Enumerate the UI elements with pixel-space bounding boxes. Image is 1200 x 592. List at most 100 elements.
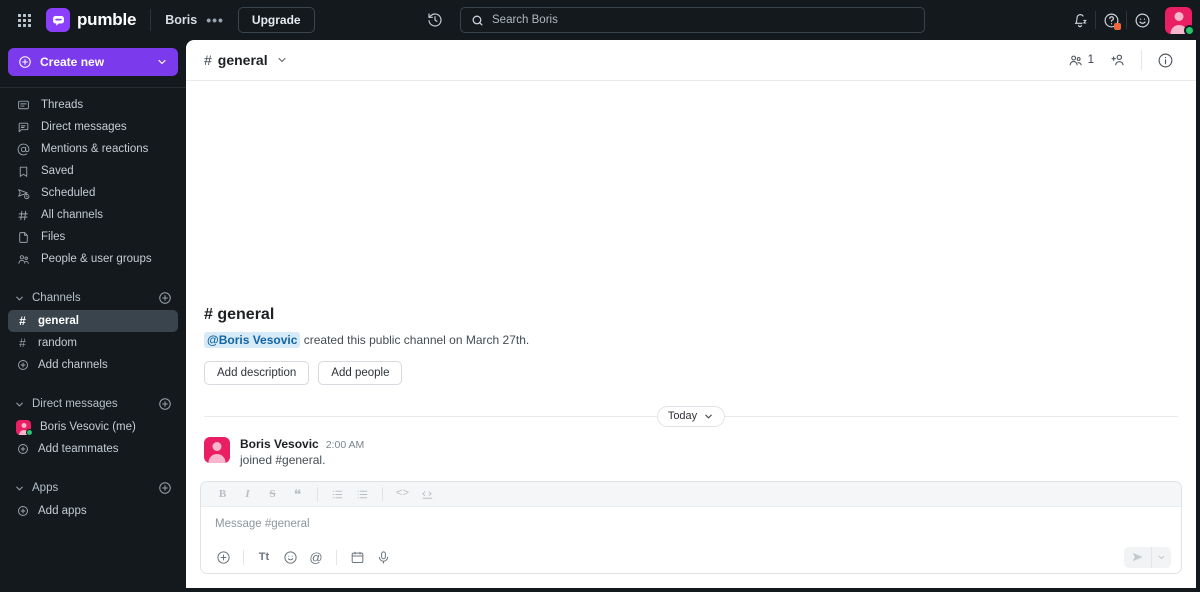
bookmark-icon — [16, 164, 31, 179]
add-person-button[interactable] — [1102, 47, 1134, 73]
members-button[interactable]: 1 — [1060, 47, 1102, 73]
emoji-button[interactable] — [278, 546, 302, 568]
message-body: Boris Vesovic 2:00 AM joined #general. — [240, 437, 364, 467]
sidebar-divider — [0, 87, 186, 88]
italic-button[interactable]: I — [236, 484, 259, 504]
add-people-button[interactable]: Add people — [318, 361, 403, 385]
topbar-divider — [150, 9, 152, 31]
schedule-button[interactable] — [345, 546, 369, 568]
bold-button[interactable]: B — [211, 484, 234, 504]
sidebar-dm-boris-vesovic[interactable]: Boris Vesovic (me) — [8, 416, 178, 438]
help-question-icon[interactable] — [1096, 5, 1126, 35]
smiley-status-icon[interactable] — [1127, 5, 1157, 35]
section-channels-header[interactable]: Channels — [0, 286, 186, 310]
sidebar-item-label: Direct messages — [41, 121, 127, 133]
avatar[interactable] — [1165, 6, 1195, 36]
composer-actions: Tt @ — [201, 541, 1181, 573]
section-dm-header[interactable]: Direct messages — [0, 392, 186, 416]
file-icon — [16, 230, 31, 245]
sidebar-item-label: Threads — [41, 99, 84, 111]
channel-title[interactable]: # general — [204, 52, 288, 68]
search-icon — [471, 14, 484, 27]
history-clock-icon[interactable] — [424, 9, 446, 31]
sidebar-channel-general[interactable]: # general — [8, 310, 178, 332]
chevron-down-icon — [703, 411, 714, 422]
section-channels-label: Channels — [32, 292, 81, 304]
code-block-button[interactable] — [416, 484, 439, 504]
sidebar-item-label: Scheduled — [41, 187, 96, 199]
main-panel: # general 1 # general @Boris Vesovic cre… — [186, 40, 1196, 588]
add-channel-icon[interactable] — [158, 291, 172, 305]
sidebar-item-mentions-reactions[interactable]: Mentions & reactions — [8, 138, 178, 160]
members-count: 1 — [1087, 54, 1094, 66]
direct-messages-icon — [16, 120, 31, 135]
attach-plus-button[interactable] — [211, 546, 235, 568]
sidebar-item-label: Saved — [41, 165, 74, 177]
workspace-name[interactable]: Boris — [165, 13, 197, 27]
top-bar: pumble Boris ••• Upgrade Search Boris — [0, 0, 1200, 40]
mention-button[interactable]: @ — [304, 546, 328, 568]
presence-online-dot — [1184, 24, 1195, 36]
avatar-head — [1174, 11, 1183, 21]
sidebar-item-scheduled[interactable]: Scheduled — [8, 182, 178, 204]
topbar-left: pumble Boris ••• Upgrade — [0, 6, 315, 34]
text-format-button[interactable]: Tt — [252, 546, 276, 568]
section-apps-header[interactable]: Apps — [0, 476, 186, 500]
toolbar-divider-2 — [382, 487, 383, 501]
inline-code-button[interactable]: <> — [391, 484, 414, 504]
composer-divider-2 — [336, 549, 337, 565]
topbar-right — [1065, 5, 1200, 36]
message-timestamp[interactable]: 2:00 AM — [326, 439, 365, 451]
sidebar-item-label: Mentions & reactions — [41, 143, 149, 155]
message-input-placeholder: Message #general — [215, 518, 310, 530]
message-input[interactable]: Message #general — [201, 507, 1181, 541]
add-description-button[interactable]: Add description — [204, 361, 310, 385]
voice-record-button[interactable] — [371, 546, 395, 568]
channel-intro-title: # general — [204, 306, 275, 323]
message-author[interactable]: Boris Vesovic — [240, 437, 319, 451]
send-options-chevron-icon[interactable] — [1152, 547, 1171, 568]
workspace-more-button[interactable]: ••• — [206, 13, 224, 27]
chevron-down-icon — [12, 483, 26, 494]
section-apps-label: Apps — [32, 482, 59, 494]
bell-snooze-icon[interactable] — [1065, 5, 1095, 35]
message-avatar[interactable] — [204, 437, 230, 463]
sidebar-item-files[interactable]: Files — [8, 226, 178, 248]
strikethrough-button[interactable]: S — [261, 484, 284, 504]
sidebar-item-direct-messages[interactable]: Direct messages — [8, 116, 178, 138]
sidebar-item-threads[interactable]: Threads — [8, 94, 178, 116]
hash-icon: # — [19, 336, 26, 350]
brand-logo[interactable]: pumble — [46, 8, 136, 32]
add-app-icon[interactable] — [158, 481, 172, 495]
sidebar-item-all-channels[interactable]: All channels — [8, 204, 178, 226]
sidebar-add-apps[interactable]: Add apps — [8, 500, 178, 522]
upgrade-button[interactable]: Upgrade — [237, 7, 315, 33]
sidebar-add-apps-label: Add apps — [38, 505, 87, 517]
sidebar-add-teammates[interactable]: Add teammates — [8, 438, 178, 460]
message-item: Boris Vesovic 2:00 AM joined #general. — [186, 431, 1196, 481]
channel-info-button[interactable] — [1149, 47, 1182, 73]
search-placeholder: Search Boris — [492, 14, 558, 26]
plus-circle-icon — [16, 359, 29, 372]
message-list: # general @Boris Vesovic created this pu… — [186, 81, 1196, 481]
sidebar-item-people-user-groups[interactable]: People & user groups — [8, 248, 178, 270]
sidebar-add-channels[interactable]: Add channels — [8, 354, 178, 376]
help-notification-badge — [1114, 23, 1121, 30]
ordered-list-button[interactable] — [326, 484, 349, 504]
sidebar-channel-random[interactable]: # random — [8, 332, 178, 354]
plus-circle-icon — [18, 55, 32, 69]
blockquote-button[interactable]: ❝ — [286, 484, 309, 504]
create-new-button[interactable]: Create new — [8, 48, 178, 76]
sidebar-item-saved[interactable]: Saved — [8, 160, 178, 182]
add-dm-icon[interactable] — [158, 397, 172, 411]
grid-apps-icon[interactable] — [10, 6, 38, 34]
mention-chip[interactable]: @Boris Vesovic — [204, 332, 301, 348]
hash-icon: # — [19, 314, 26, 328]
date-pill-button[interactable]: Today — [656, 405, 726, 427]
search-input[interactable]: Search Boris — [460, 7, 925, 33]
bulleted-list-button[interactable] — [351, 484, 374, 504]
sidebar-item-label: People & user groups — [41, 253, 152, 265]
sidebar-channel-label: random — [38, 337, 77, 349]
send-plane-icon[interactable] — [1124, 547, 1151, 568]
